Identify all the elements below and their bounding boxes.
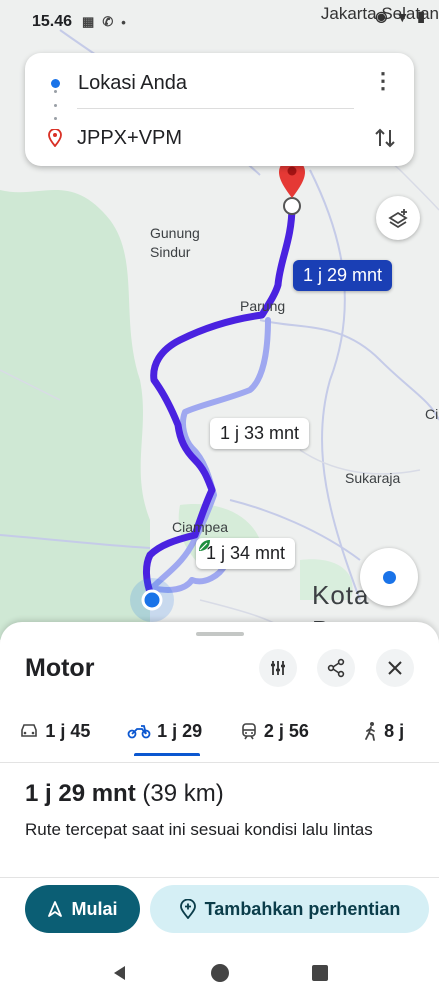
- start-button[interactable]: Mulai: [25, 885, 140, 933]
- share-icon: [327, 658, 345, 678]
- status-bar: 15.46 ▦ ✆ • ◉ ▼ ▮ Jakarta Selatan: [0, 0, 439, 44]
- directions-sheet: Motor 1 j 45 1 j 29 2 j 56 8 j 1 j 29 mn…: [0, 622, 439, 1000]
- travel-mode-title: Motor: [25, 654, 95, 682]
- duration-time: 1 j 29 mnt: [25, 780, 136, 807]
- walk-icon: [365, 722, 376, 741]
- start-button-label: Mulai: [71, 898, 118, 919]
- origin-row[interactable]: Lokasi Anda: [25, 58, 414, 108]
- train-icon: [242, 723, 256, 740]
- eta-label-alt-1[interactable]: 1 j 33 mnt: [210, 418, 310, 449]
- map-label-ci: Ci: [425, 406, 439, 422]
- eco-leaf-icon: [199, 540, 210, 551]
- eta-alt2-text: 1 j 34 mnt: [206, 543, 286, 563]
- duration-distance: (39 km): [142, 780, 224, 807]
- tab-transit[interactable]: 2 j 56: [220, 706, 330, 756]
- more-options-icon[interactable]: ⋮: [372, 70, 394, 92]
- eta-label-alt-2[interactable]: 1 j 34 mnt: [196, 538, 296, 569]
- add-stop-button[interactable]: Tambahkan perhentian: [150, 885, 429, 933]
- eta-primary-text: 1 j 29 mnt: [303, 265, 383, 285]
- route-card-divider: [77, 108, 354, 109]
- destination-field[interactable]: JPPX+VPM: [77, 127, 182, 150]
- tabs-divider: [0, 762, 439, 763]
- destination-pin-icon: [48, 129, 62, 147]
- tab-car[interactable]: 1 j 45: [0, 706, 110, 756]
- my-location-icon: [382, 570, 396, 584]
- tab-transit-label: 2 j 56: [263, 720, 309, 741]
- add-stop-label: Tambahkan perhentian: [204, 898, 401, 919]
- map-label-ciampea: Ciampea: [172, 519, 229, 535]
- tab-motorcycle-label: 1 j 29: [157, 720, 203, 741]
- layers-button[interactable]: [376, 196, 420, 240]
- route-description: Rute tercepat saat ini sesuai kondisi la…: [25, 820, 373, 839]
- status-time: 15.46: [32, 13, 73, 30]
- map-label-city-top: Jakarta Selatan: [320, 4, 439, 23]
- destination-row[interactable]: JPPX+VPM: [25, 113, 414, 163]
- map-label-gunung-sindur: Gunung Sindur: [150, 225, 200, 260]
- close-icon: [388, 661, 402, 675]
- motorcycle-icon: [127, 725, 151, 739]
- home-icon[interactable]: [210, 963, 230, 983]
- sheet-divider: [0, 877, 439, 878]
- route-duration: 1 j 29 mnt (39 km): [25, 780, 224, 808]
- origin-dot-icon: [51, 78, 60, 88]
- tab-walk-label: 8 j: [384, 720, 405, 741]
- whatsapp-notification-icon: ✆: [102, 14, 114, 29]
- route-card: Lokasi Anda JPPX+VPM ⋮: [25, 53, 414, 166]
- car-icon: [21, 724, 38, 737]
- back-icon[interactable]: [110, 963, 130, 983]
- my-location-button[interactable]: [360, 548, 418, 606]
- close-button[interactable]: [376, 649, 414, 687]
- origin-field[interactable]: Lokasi Anda: [78, 72, 187, 95]
- more-notifications-icon: •: [121, 14, 126, 30]
- swap-icon[interactable]: [372, 125, 398, 151]
- tune-icon: [271, 661, 285, 675]
- add-location-icon: [179, 899, 196, 919]
- tab-car-label: 1 j 45: [45, 720, 91, 741]
- gallery-notification-icon: ▦: [82, 14, 95, 29]
- share-button[interactable]: [317, 649, 355, 687]
- route-options-button[interactable]: [259, 649, 297, 687]
- system-nav-bar: [0, 946, 439, 1000]
- recents-icon[interactable]: [310, 963, 330, 983]
- layers-icon: [388, 209, 408, 229]
- tab-motorcycle[interactable]: 1 j 29: [110, 706, 220, 756]
- travel-mode-tabs: 1 j 45 1 j 29 2 j 56 8 j: [0, 706, 439, 756]
- tab-walk[interactable]: 8 j: [329, 706, 439, 756]
- sheet-drag-handle[interactable]: [196, 632, 244, 636]
- eta-alt1-text: 1 j 33 mnt: [220, 423, 300, 443]
- navigation-arrow-icon: [48, 901, 63, 917]
- map-label-sukaraja: Sukaraja: [345, 470, 401, 486]
- map-label-parung: Parung: [240, 298, 286, 314]
- eta-label-primary[interactable]: 1 j 29 mnt: [293, 260, 393, 291]
